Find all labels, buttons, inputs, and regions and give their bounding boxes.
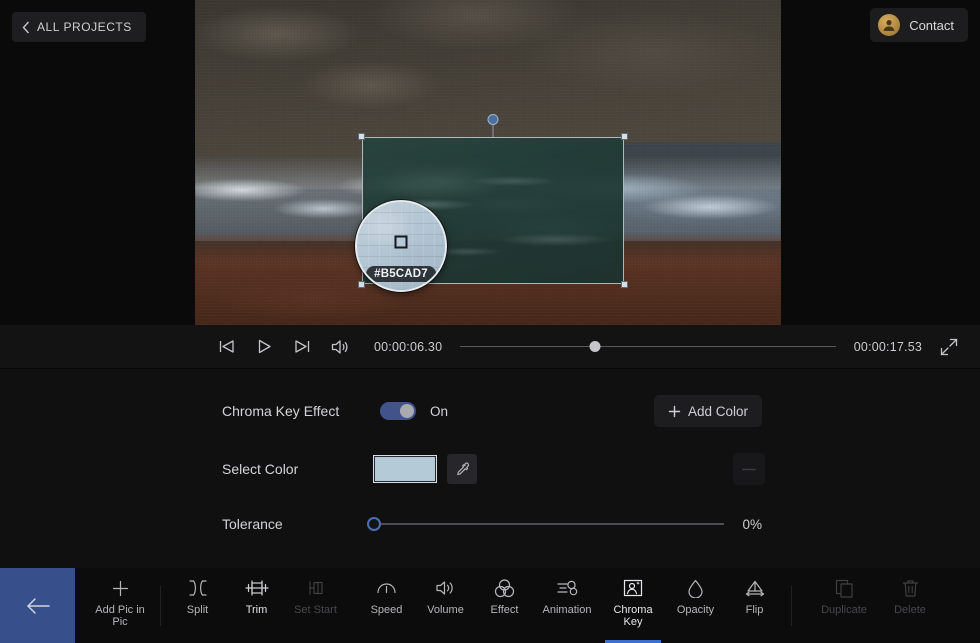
arrow-left-icon bbox=[25, 596, 51, 616]
tool-label: Opacity bbox=[676, 604, 715, 616]
picked-color-hex-label: #B5CAD7 bbox=[366, 266, 436, 282]
playback-scrubber[interactable] bbox=[460, 339, 836, 355]
playback-right-group: 00:00:17.53 bbox=[854, 338, 958, 356]
bottom-toolbar: Add Pic in Pic Split Trim Set Start Spee… bbox=[0, 568, 980, 643]
eyedropper-magnifier[interactable]: #B5CAD7 bbox=[355, 200, 447, 292]
tool-add-pic-in-pic[interactable]: Add Pic in Pic bbox=[87, 568, 153, 643]
play-icon[interactable] bbox=[250, 333, 278, 361]
animation-icon bbox=[556, 577, 579, 599]
current-time-label: 00:00:06.30 bbox=[374, 339, 443, 354]
tool-set-start[interactable]: Set Start bbox=[286, 568, 345, 643]
tool-duplicate[interactable]: Duplicate bbox=[811, 568, 877, 643]
color-swatch[interactable] bbox=[373, 455, 437, 483]
flip-icon bbox=[744, 577, 766, 599]
chroma-key-icon bbox=[623, 577, 643, 599]
scrubber-knob[interactable] bbox=[589, 341, 601, 352]
toolbar-divider-2 bbox=[791, 585, 792, 626]
effect-icon bbox=[494, 577, 515, 599]
total-time-label: 00:00:17.53 bbox=[853, 339, 922, 354]
split-icon bbox=[188, 577, 208, 599]
tool-opacity[interactable]: Opacity bbox=[666, 568, 725, 643]
tool-label: Chroma Key bbox=[613, 604, 653, 628]
eyedropper-button[interactable] bbox=[447, 454, 477, 484]
tool-label: Volume bbox=[427, 604, 464, 616]
back-button[interactable] bbox=[0, 568, 75, 643]
tolerance-value: 0% bbox=[742, 516, 762, 532]
toolbar-divider bbox=[160, 585, 161, 626]
trim-icon bbox=[244, 577, 269, 599]
remove-color-button[interactable] bbox=[733, 453, 765, 485]
playback-controls bbox=[212, 333, 354, 361]
contact-label: Contact bbox=[909, 17, 954, 33]
all-projects-label: ALL PROJECTS bbox=[37, 20, 132, 34]
eyedropper-icon bbox=[455, 462, 470, 477]
volume-icon[interactable] bbox=[326, 333, 354, 361]
tolerance-label: Tolerance bbox=[222, 516, 283, 532]
tool-split[interactable]: Split bbox=[168, 568, 227, 643]
tool-chroma-key[interactable]: Chroma Key bbox=[600, 568, 666, 643]
pip-handle-bottom-right[interactable] bbox=[621, 281, 628, 288]
pip-handle-top-left[interactable] bbox=[358, 133, 365, 140]
tool-label: Trim bbox=[245, 604, 268, 616]
tolerance-slider[interactable] bbox=[367, 516, 724, 532]
tolerance-knob[interactable] bbox=[367, 517, 381, 531]
tool-speed[interactable]: Speed bbox=[357, 568, 416, 643]
chroma-key-toggle[interactable] bbox=[380, 402, 416, 420]
plus-icon bbox=[668, 405, 681, 418]
tool-animation[interactable]: Animation bbox=[534, 568, 600, 643]
tool-label: Set Start bbox=[294, 604, 337, 616]
delete-icon bbox=[902, 577, 919, 599]
tool-label: Speed bbox=[370, 604, 403, 616]
tool-label: Flip bbox=[745, 604, 764, 616]
scrubber-track bbox=[460, 345, 836, 348]
pip-handle-top-right[interactable] bbox=[621, 133, 628, 140]
tolerance-row: Tolerance 0% bbox=[0, 506, 980, 542]
tool-flip[interactable]: Flip bbox=[725, 568, 784, 643]
pip-rotate-handle[interactable] bbox=[487, 114, 499, 125]
user-avatar-icon bbox=[878, 14, 901, 36]
tool-label: Animation bbox=[542, 604, 592, 616]
chroma-key-effect-row: Chroma Key Effect On Add Color bbox=[0, 391, 980, 431]
select-color-label: Select Color bbox=[222, 461, 299, 477]
plus-icon bbox=[112, 577, 129, 599]
toggle-knob bbox=[400, 404, 414, 418]
add-color-label: Add Color bbox=[687, 403, 748, 419]
opacity-icon bbox=[687, 577, 704, 599]
duplicate-icon bbox=[835, 577, 854, 599]
tolerance-track bbox=[374, 523, 724, 525]
tool-delete[interactable]: Delete bbox=[877, 568, 943, 643]
tool-label: Add Pic in Pic bbox=[95, 604, 145, 628]
tool-trim[interactable]: Trim bbox=[227, 568, 286, 643]
preview-stage: #B5CAD7 ALL PROJECTS Contact bbox=[0, 0, 980, 325]
contact-button[interactable]: Contact bbox=[870, 8, 968, 42]
tool-label: Delete bbox=[894, 604, 926, 616]
chevron-left-icon bbox=[22, 21, 30, 34]
set-start-icon bbox=[306, 577, 326, 599]
skip-next-icon[interactable] bbox=[288, 333, 316, 361]
pixel-cursor-icon bbox=[394, 235, 408, 249]
select-color-row: Select Color bbox=[0, 449, 980, 489]
chroma-key-properties-panel: Chroma Key Effect On Add Color Select Co… bbox=[0, 369, 980, 568]
add-color-button[interactable]: Add Color bbox=[653, 395, 762, 427]
playback-bar: 00:00:06.30 00:00:17.53 bbox=[0, 325, 980, 369]
tool-label: Effect bbox=[490, 604, 519, 616]
all-projects-button[interactable]: ALL PROJECTS bbox=[12, 12, 146, 42]
speed-icon bbox=[376, 577, 397, 599]
skip-previous-icon[interactable] bbox=[212, 333, 240, 361]
chroma-key-effect-label: Chroma Key Effect bbox=[222, 403, 340, 419]
tool-label: Split bbox=[186, 604, 209, 616]
tool-effect[interactable]: Effect bbox=[475, 568, 534, 643]
tool-label: Duplicate bbox=[821, 604, 867, 616]
tool-list: Add Pic in Pic Split Trim Set Start Spee… bbox=[75, 568, 980, 643]
minus-icon bbox=[742, 468, 756, 471]
volume-icon bbox=[435, 577, 456, 599]
chroma-key-toggle-state: On bbox=[430, 403, 449, 419]
tool-volume[interactable]: Volume bbox=[416, 568, 475, 643]
video-editor-app: #B5CAD7 ALL PROJECTS Contact 00:00:06.30… bbox=[0, 0, 980, 643]
fullscreen-icon[interactable] bbox=[940, 338, 958, 356]
